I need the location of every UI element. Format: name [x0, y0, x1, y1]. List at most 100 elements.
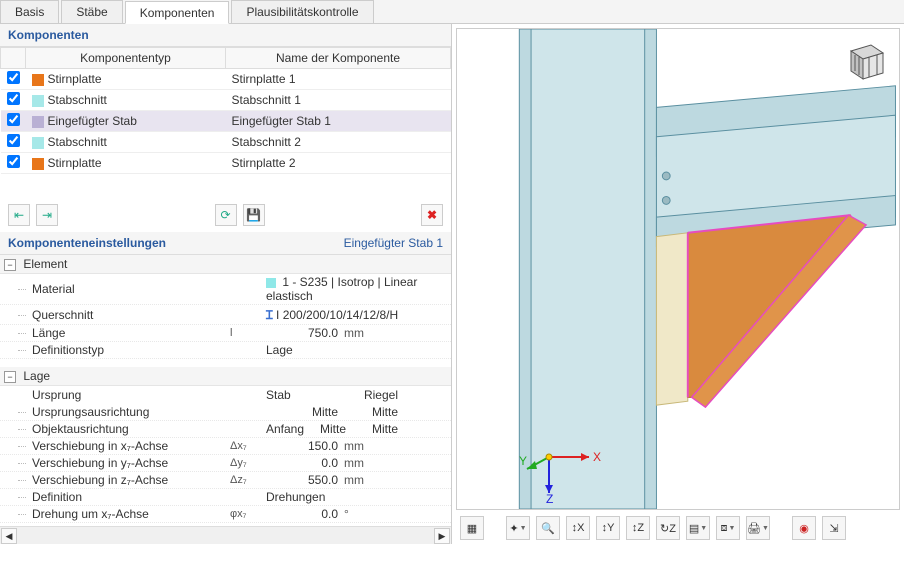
row-rx7[interactable]: Drehung um x₇-Achse φx₇ 0.0 °: [0, 506, 451, 523]
color-swatch: [32, 137, 44, 149]
force-z-icon: ↕Z: [632, 522, 644, 534]
horizontal-scrollbar[interactable]: ◀ ▶: [0, 526, 451, 544]
row-deftype[interactable]: Definitionstyp Lage: [0, 342, 451, 359]
color-swatch: [32, 158, 44, 170]
row-dy7[interactable]: Verschiebung in y₇-Achse Δy₇ 0.0 mm: [0, 455, 451, 472]
tab-staebe[interactable]: Stäbe: [61, 0, 122, 23]
3d-viewport[interactable]: X Y Z: [456, 28, 900, 510]
component-name: Stabschnitt 2: [232, 135, 301, 149]
svg-text:Z: Z: [546, 492, 553, 503]
settings-section-header: Komponenteneinstellungen Eingefügter Sta…: [0, 232, 451, 255]
svg-text:Y: Y: [519, 454, 527, 468]
move-right-button[interactable]: ⇥: [36, 204, 58, 226]
group-lage[interactable]: − Lage: [0, 367, 451, 386]
table-row[interactable]: StirnplatteStirnplatte 2: [1, 153, 451, 174]
row-checkbox[interactable]: [7, 134, 20, 147]
render-button[interactable]: ◉: [792, 516, 816, 540]
force-z-button[interactable]: ↕Z: [626, 516, 650, 540]
querschnitt-value: I 200/200/10/14/12/8/H: [276, 308, 398, 322]
row-objektausrichtung[interactable]: Objektausrichtung Anfang Mitte Mitte: [0, 421, 451, 438]
selection-mode-button[interactable]: ▦: [460, 516, 484, 540]
move-left-icon: ⇤: [14, 208, 24, 222]
component-name: Stirnplatte 1: [232, 72, 296, 86]
table-row[interactable]: Eingefügter Stab Eingefügter Stab 1: [1, 111, 451, 132]
box-button[interactable]: ⧈▼: [716, 516, 740, 540]
move-out-button[interactable]: ⇲: [822, 516, 846, 540]
table-row[interactable]: StirnplatteStirnplatte 1: [1, 69, 451, 90]
scroll-right-icon[interactable]: ▶: [434, 528, 450, 544]
tab-bar: Basis Stäbe Komponenten Plausibilitätsko…: [0, 0, 904, 24]
save-icon: 💾: [246, 208, 261, 222]
delete-button[interactable]: ✖: [421, 204, 443, 226]
col-name[interactable]: Name der Komponente: [226, 48, 451, 69]
row-definition[interactable]: Definition Drehungen: [0, 489, 451, 506]
left-panel: Komponenten Komponententyp Name der Komp…: [0, 24, 452, 544]
row-checkbox[interactable]: [7, 92, 20, 105]
chevron-down-icon: ▼: [729, 525, 736, 532]
component-type: Eingefügter Stab: [48, 114, 137, 128]
group-element-label: Element: [23, 257, 67, 271]
querschnitt-icon: Ɪ: [266, 308, 273, 322]
tab-komponenten[interactable]: Komponenten: [125, 1, 230, 24]
view-button[interactable]: ✦▼: [506, 516, 530, 540]
row-checkbox[interactable]: [7, 113, 20, 126]
settings-title: Komponenteneinstellungen: [8, 236, 166, 250]
box-icon: ⧈: [721, 522, 728, 535]
components-toolbar: ⇤ ⇥ ⟳ 💾 ✖: [0, 198, 451, 232]
table-row[interactable]: Stabschnitt Stabschnitt 1: [1, 90, 451, 111]
col-type[interactable]: Komponententyp: [26, 48, 226, 69]
deftype-value: Lage: [266, 343, 451, 357]
tab-plausibilitaet[interactable]: Plausibilitätskontrolle: [231, 0, 373, 23]
settings-subject: Eingefügter Stab 1: [344, 236, 443, 250]
components-table: Komponententyp Name der Komponente Stirn…: [0, 47, 451, 174]
layers-button[interactable]: ▤▼: [686, 516, 710, 540]
component-name: Stabschnitt 1: [232, 93, 301, 107]
svg-text:X: X: [593, 450, 601, 464]
component-type: Stirnplatte: [48, 156, 102, 170]
row-checkbox[interactable]: [7, 71, 20, 84]
moment-z-button[interactable]: ↻Z: [656, 516, 680, 540]
force-y-button[interactable]: ↕Y: [596, 516, 620, 540]
delete-icon: ✖: [427, 208, 437, 222]
row-checkbox[interactable]: [7, 155, 20, 168]
components-section-header: Komponenten: [0, 24, 451, 47]
right-panel: X Y Z ▦ ✦▼ 🔍 ↕X ↕Y ↕Z ↻Z ▤▼ ⧈▼: [452, 24, 904, 544]
component-name: Eingefügter Stab 1: [232, 114, 331, 128]
move-right-icon: ⇥: [42, 208, 52, 222]
row-querschnitt[interactable]: Querschnitt Ɪ I 200/200/10/14/12/8/H: [0, 305, 451, 325]
refresh-button[interactable]: ⟳: [215, 204, 237, 226]
refresh-icon: ⟳: [220, 208, 230, 222]
move-left-button[interactable]: ⇤: [8, 204, 30, 226]
row-dx7[interactable]: Verschiebung in x₇-Achse Δx₇ 150.0 mm: [0, 438, 451, 455]
collapse-icon[interactable]: −: [4, 371, 16, 383]
material-value: 1 - S235 | Isotrop | Linear elastisch: [266, 275, 417, 303]
scroll-left-icon[interactable]: ◀: [1, 528, 17, 544]
table-row[interactable]: StabschnittStabschnitt 2: [1, 132, 451, 153]
color-swatch: [32, 74, 44, 86]
axis-triad: X Y Z: [519, 427, 599, 497]
row-material[interactable]: Material 1 - S235 | Isotrop | Linear ela…: [0, 274, 451, 305]
settings-tree[interactable]: − Element Material 1 - S235 | Isotrop | …: [0, 255, 451, 526]
lage-column-headers: Ursprung Stab Riegel: [0, 386, 451, 404]
tab-basis[interactable]: Basis: [0, 0, 59, 23]
col-check: [1, 48, 26, 69]
viewport-toolbar: ▦ ✦▼ 🔍 ↕X ↕Y ↕Z ↻Z ▤▼ ⧈▼ 🖨▼ ◉ ⇲: [456, 514, 900, 542]
print-button[interactable]: 🖨▼: [746, 516, 770, 540]
chevron-down-icon: ▼: [520, 525, 527, 532]
force-x-button[interactable]: ↕X: [566, 516, 590, 540]
component-type: Stabschnitt: [48, 93, 107, 107]
row-dz7[interactable]: Verschiebung in z₇-Achse Δz₇ 550.0 mm: [0, 472, 451, 489]
row-laenge[interactable]: Länge l 750.0 mm: [0, 325, 451, 342]
chevron-down-icon: ▼: [700, 525, 707, 532]
view-cube[interactable]: [841, 37, 887, 83]
row-ursprungsausrichtung[interactable]: Ursprungsausrichtung Mitte Mitte: [0, 404, 451, 421]
zoom-button[interactable]: 🔍: [536, 516, 560, 540]
force-x-icon: ↕X: [572, 522, 585, 534]
collapse-icon[interactable]: −: [4, 259, 16, 271]
material-color-swatch: [266, 278, 276, 288]
selection-icon: ▦: [467, 522, 477, 535]
group-element[interactable]: − Element: [0, 255, 451, 274]
zoom-icon: 🔍: [541, 522, 555, 535]
save-button[interactable]: 💾: [243, 204, 265, 226]
group-lage-label: Lage: [23, 369, 50, 383]
